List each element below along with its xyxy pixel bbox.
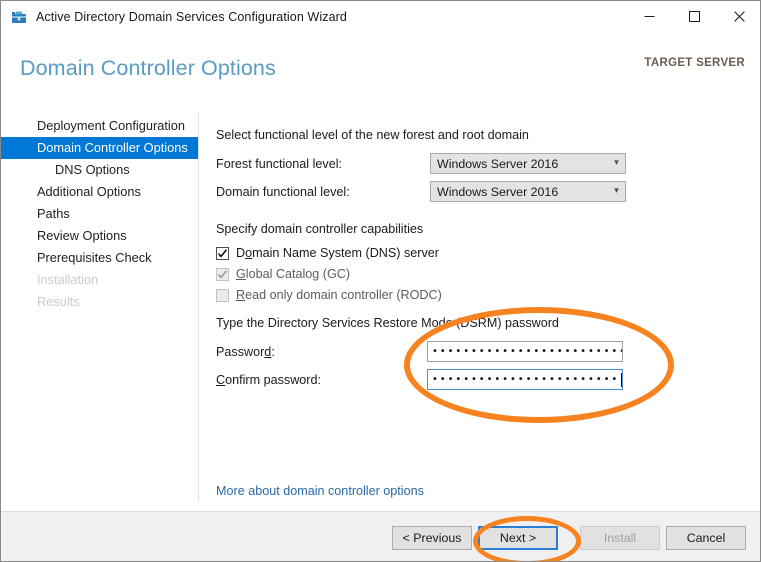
content-pane: Select functional level of the new fores… [199,101,760,511]
checkbox-label-dns-server: Domain Name System (DNS) server [236,246,439,260]
forest-functional-level-dropdown[interactable]: Windows Server 2016 ▾ [430,153,626,174]
password-label: Password: [216,345,275,359]
dsrm-heading: Type the Directory Services Restore Mode… [216,316,559,330]
maximize-button[interactable] [672,1,717,32]
window-title: Active Directory Domain Services Configu… [36,9,347,24]
next-button[interactable]: Next > [478,526,558,550]
target-server-label: TARGET SERVER [644,57,745,69]
confirm-password-masked-value: •••••••••••••••••••••••••• [432,374,620,385]
close-button[interactable] [717,1,760,32]
adds-wizard-icon [11,9,27,25]
checkbox-label-rodc: Read only domain controller (RODC) [236,288,442,302]
domain-functional-level-value: Windows Server 2016 [437,184,559,199]
wizard-steps-nav: Deployment Configuration Domain Controll… [1,115,198,313]
cancel-button[interactable]: Cancel [666,526,746,550]
forest-functional-level-value: Windows Server 2016 [437,156,559,171]
checkbox-row-rodc: Read only domain controller (RODC) [216,288,442,302]
password-input[interactable]: •••••••••••••••••••••••••• [427,341,623,362]
sidebar-item-installation: Installation [37,272,99,287]
forest-functional-level-label: Forest functional level: [216,157,342,171]
checkbox-global-catalog [216,267,229,281]
page-header: Domain Controller Options TARGET SERVER [1,32,760,101]
wizard-window: Active Directory Domain Services Configu… [0,0,761,562]
maximize-icon [689,11,700,22]
wizard-footer: < Previous Next > Install Cancel [1,511,760,561]
domain-functional-level-label: Domain functional level: [216,185,350,199]
install-button: Install [580,526,660,550]
sidebar-item-additional-options[interactable]: Additional Options [1,181,198,203]
sidebar-item-domain-controller-options[interactable]: Domain Controller Options [1,137,198,159]
checkbox-label-global-catalog: Global Catalog (GC) [236,267,351,281]
sidebar-item-dns-options[interactable]: DNS Options [1,159,198,181]
sidebar-item-prerequisites-check[interactable]: Prerequisites Check [1,247,198,269]
wizard-body: Deployment Configuration Domain Controll… [1,101,760,511]
confirm-password-input[interactable]: •••••••••••••••••••••••••• [427,369,623,390]
checkbox-rodc [216,288,229,302]
sidebar-item-review-options[interactable]: Review Options [1,225,198,247]
minimize-button[interactable] [627,1,672,32]
chevron-down-icon: ▾ [614,185,619,195]
checkbox-dns-server[interactable] [216,246,229,260]
checkbox-row-global-catalog: Global Catalog (GC) [216,267,350,281]
sidebar-item-deployment-configuration[interactable]: Deployment Configuration [1,115,198,137]
title-bar: Active Directory Domain Services Configu… [1,1,760,32]
confirm-password-label: Confirm password: [216,373,321,387]
capabilities-heading: Specify domain controller capabilities [216,222,424,236]
sidebar-item-results: Results [37,294,80,309]
functional-level-heading: Select functional level of the new fores… [216,128,529,142]
checkmark-icon [217,269,228,279]
password-masked-value: •••••••••••••••••••••••••• [432,346,622,357]
chevron-down-icon: ▾ [614,157,619,167]
minimize-icon [644,16,655,17]
previous-button[interactable]: < Previous [392,526,472,550]
close-icon [734,11,745,22]
domain-functional-level-dropdown[interactable]: Windows Server 2016 ▾ [430,181,626,202]
sidebar-item-paths[interactable]: Paths [1,203,198,225]
more-about-link[interactable]: More about domain controller options [216,484,424,498]
checkbox-row-dns-server[interactable]: Domain Name System (DNS) server [216,246,439,260]
checkmark-icon [217,248,228,258]
page-title: Domain Controller Options [20,56,276,80]
text-cursor [621,372,622,387]
